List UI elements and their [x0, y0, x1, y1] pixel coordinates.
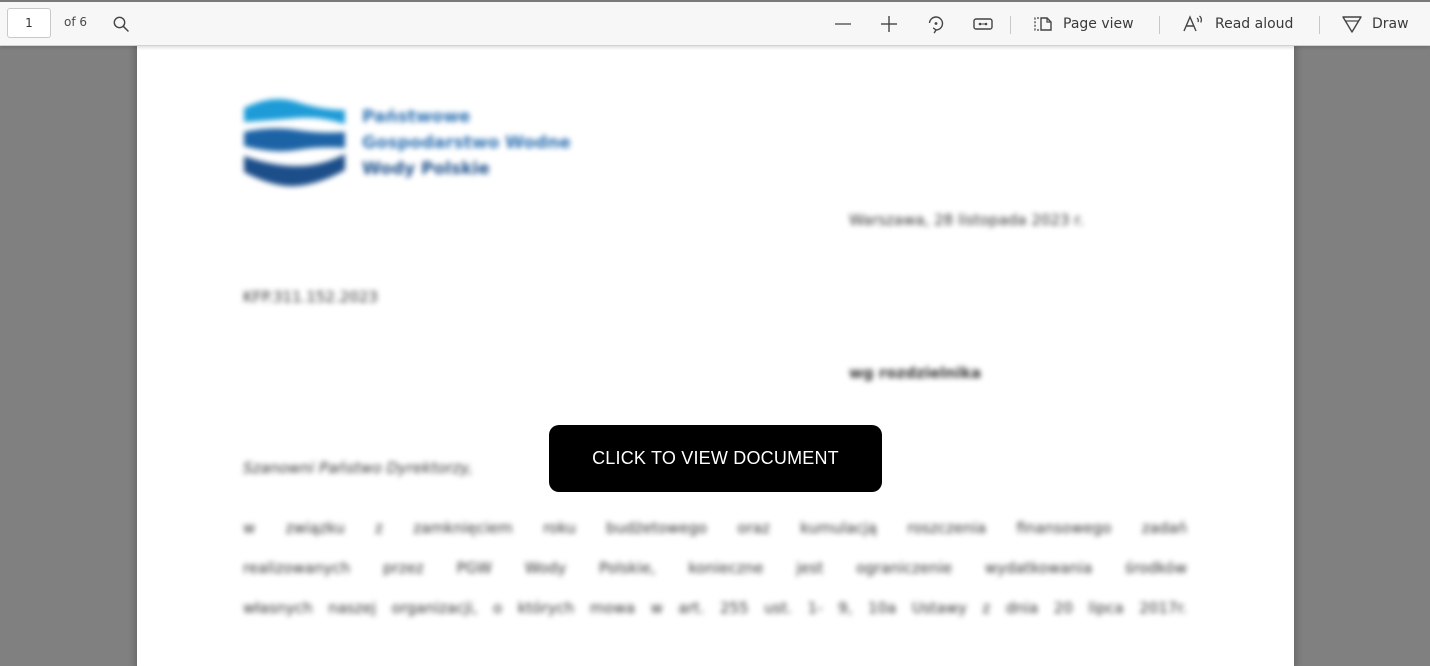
rotate-icon — [928, 16, 944, 34]
fit-width-icon — [973, 18, 993, 30]
paragraph-line: w związku z zamknięciem roku budżetowego… — [243, 519, 1187, 537]
paragraph-line: własnych naszej organizacji, o których m… — [243, 599, 1187, 617]
fit-width-button[interactable] — [970, 11, 996, 37]
read-aloud-label: Read aloud — [1215, 16, 1294, 32]
read-aloud-button[interactable]: Read aloud — [1182, 11, 1293, 37]
page-count-label: of 6 — [64, 15, 88, 29]
draw-label: Draw — [1372, 16, 1409, 32]
rotate-button[interactable] — [923, 11, 949, 37]
toolbar-divider — [1319, 16, 1320, 34]
minus-icon — [835, 23, 851, 25]
pdf-toolbar: 1 of 6 Page view Read aloud Draw — [0, 2, 1430, 46]
organization-name: Państwowe Gospodarstwo Wodne Wody Polski… — [362, 104, 571, 182]
document-salutation: Szanowni Państwo Dyrektorzy, — [243, 459, 473, 477]
logo-line-1: Państwowe — [362, 107, 471, 127]
search-button[interactable] — [108, 11, 134, 37]
document-recipient: wg rozdzielnika — [849, 364, 982, 382]
page-view-button[interactable]: Page view — [1032, 11, 1134, 37]
zoom-in-button[interactable] — [876, 11, 902, 37]
paragraph-line: realizowanych przez PGW Wody Polskie, ko… — [243, 559, 1187, 577]
toolbar-divider — [1010, 16, 1011, 34]
view-document-button[interactable]: CLICK TO VIEW DOCUMENT — [549, 425, 882, 492]
document-reference: KFP.311.152.2023 — [243, 288, 378, 306]
page-number-input[interactable]: 1 — [7, 8, 51, 38]
organization-logo-icon — [244, 99, 345, 187]
document-paragraph: w związku z zamknięciem roku budżetowego… — [243, 508, 1187, 628]
draw-icon — [1342, 16, 1362, 33]
toolbar-divider — [1159, 16, 1160, 34]
page-view-icon — [1034, 17, 1052, 31]
logo-line-3: Wody Polskie — [362, 159, 490, 179]
read-aloud-icon — [1183, 15, 1203, 32]
logo-line-2: Gospodarstwo Wodne — [362, 133, 571, 153]
zoom-out-button[interactable] — [830, 11, 856, 37]
page-view-label: Page view — [1063, 16, 1134, 32]
search-icon — [113, 16, 129, 32]
document-date: Warszawa, 28 listopada 2023 r. — [849, 211, 1084, 229]
plus-icon — [881, 16, 897, 32]
draw-button[interactable]: Draw — [1341, 11, 1409, 37]
document-page: Państwowe Gospodarstwo Wodne Wody Polski… — [137, 46, 1294, 666]
